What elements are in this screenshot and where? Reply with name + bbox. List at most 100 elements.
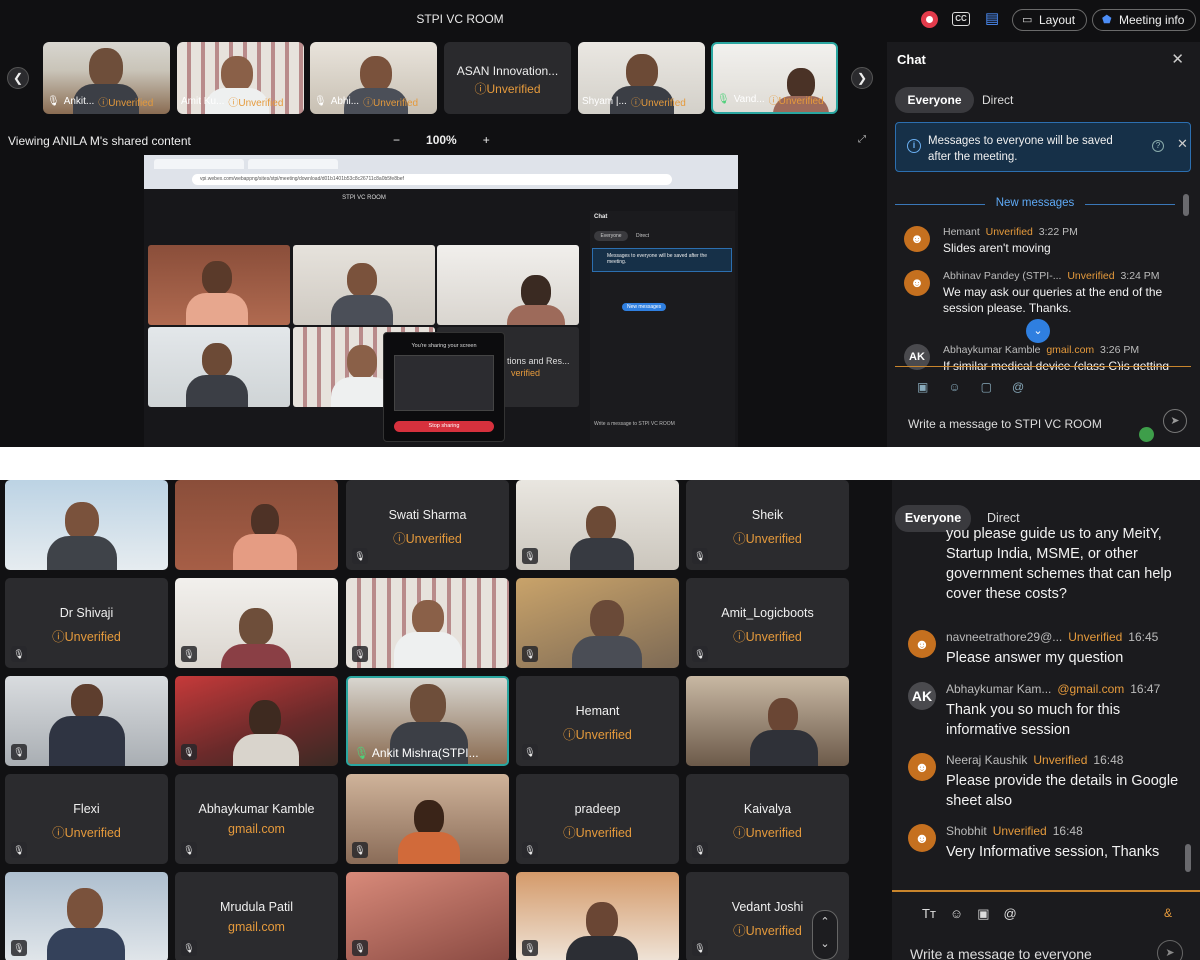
bottom-screenshot: Swati Sharma ⓘUnverified 🎙 🎙 Sheik ⓘUnve… [0, 480, 1200, 960]
fullscreen-icon[interactable]: ⤢ [858, 134, 866, 145]
participant-tile[interactable] [175, 480, 338, 570]
participant-tile[interactable]: Dr Shivaji ⓘUnverified 🎙 [5, 578, 168, 668]
participant-tile[interactable]: 🎙 [516, 578, 679, 668]
participant-tile[interactable]: 🎙 [5, 676, 168, 766]
scrollbar-thumb[interactable] [1183, 194, 1189, 216]
stop-sharing-button[interactable]: Stop sharing [394, 421, 494, 432]
text-format-icon[interactable]: Tт [922, 906, 936, 922]
participant-tile[interactable] [686, 676, 849, 766]
prev-participants-button[interactable]: ❮ [7, 67, 29, 89]
participant-name: pradeep [574, 802, 621, 816]
participant-tile-active-speaker[interactable]: 🎙 Vand... ⓘUnverified [711, 42, 838, 114]
mic-icon: 🎙 [717, 94, 730, 105]
mic-muted-icon: 🎙 [692, 842, 708, 858]
meeting-header: STPI VC ROOM CC ▤ ▭ Layout ⬟ Meeting inf… [0, 0, 1200, 38]
closed-captions-icon[interactable]: CC [952, 12, 970, 26]
zoom-in-button[interactable]: + [483, 133, 490, 147]
participant-tile[interactable] [5, 480, 168, 570]
participant-tile[interactable]: 🎙 [516, 872, 679, 960]
participant-tile[interactable]: ASAN Innovation... ⓘUnverified [444, 42, 571, 114]
zoom-out-button[interactable]: − [393, 133, 400, 147]
tab-direct[interactable]: Direct [982, 87, 1013, 113]
participant-tile[interactable]: 🎙 [346, 872, 509, 960]
unverified-badge: Unverified [992, 824, 1047, 838]
emoji-icon[interactable]: ☺ [950, 906, 963, 922]
participant-name: ASAN Innovation... [456, 64, 559, 78]
participant-tile[interactable]: Shyam |... ⓘUnverified [578, 42, 705, 114]
participant-name: Abhi... [330, 96, 360, 107]
chevron-down-icon[interactable]: ⌄ [1026, 319, 1050, 343]
inner-new-messages: New messages [622, 303, 667, 311]
participant-tile[interactable]: 🎙 [5, 872, 168, 960]
participant-tile[interactable]: 🎙 [346, 578, 509, 668]
chat-toolbar: Tт ☺ ▣ @ [922, 906, 1017, 922]
mention-icon[interactable]: @ [1012, 380, 1024, 394]
participant-tile[interactable]: Mrudula Patil gmail.com 🎙 [175, 872, 338, 960]
participant-tile[interactable]: Kaivalya ⓘUnverified 🎙 [686, 774, 849, 864]
participant-tile[interactable]: 🎙 Abhi... ⓘUnverified [310, 42, 437, 114]
send-icon[interactable]: ➤ [1163, 409, 1187, 433]
sharing-preview [394, 355, 494, 411]
participant-tile[interactable]: Sheik ⓘUnverified 🎙 [686, 480, 849, 570]
scrollbar-thumb[interactable] [1185, 844, 1191, 872]
add-participant-icon[interactable]: ▤ [985, 10, 1001, 28]
layout-label: Layout [1039, 13, 1076, 27]
chat-input[interactable]: Write a message to STPI VC ROOM [908, 417, 1102, 431]
mic-muted-icon: 🎙 [522, 940, 538, 956]
mention-icon[interactable]: @ [1003, 906, 1016, 922]
layout-button[interactable]: ▭ Layout [1012, 9, 1087, 31]
room-title: STPI VC ROOM [416, 12, 504, 26]
tab-everyone[interactable]: Everyone [895, 87, 974, 113]
participant-tile[interactable]: Amit_Logicboots ⓘUnverified 🎙 [686, 578, 849, 668]
participant-tile[interactable]: Abhaykumar Kamble gmail.com 🎙 [175, 774, 338, 864]
chevron-up-icon[interactable]: ⌃ [813, 911, 837, 933]
participant-tile-active-speaker[interactable]: 🎙 Ankit Mishra(STPI... [346, 676, 509, 766]
chat-title: Chat [897, 52, 926, 67]
message-time: 16:48 [1093, 753, 1124, 767]
participant-tile[interactable]: 🎙 Ankit... ⓘUnverified [43, 42, 170, 114]
send-icon[interactable]: ➤ [1157, 940, 1183, 960]
emoji-icon[interactable]: ☺ [948, 380, 960, 394]
sharing-title: You're sharing your screen [411, 343, 477, 349]
inner-chat-title: Chat [594, 214, 608, 220]
participant-tile[interactable]: Flexi ⓘUnverified 🎙 [5, 774, 168, 864]
sender-name: navneetrathore29@... [946, 630, 1063, 644]
participant-tile[interactable]: Hemant ⓘUnverified 🎙 [516, 676, 679, 766]
participant-tile[interactable]: 🎙 [516, 480, 679, 570]
unverified-badge: Unverified [1068, 630, 1123, 644]
browser-url: vpi.webex.com/webappng/sites/stpi/meetin… [192, 174, 672, 185]
inner-participant-tile [148, 245, 290, 325]
chevron-down-icon[interactable]: ⌄ [813, 933, 837, 955]
participant-tile[interactable]: Swati Sharma ⓘUnverified 🎙 [346, 480, 509, 570]
chat-input[interactable]: Write a message to everyone [910, 946, 1092, 960]
chat-message: ☻ navneetrathore29@... Unverified 16:45 Pl… [908, 630, 1188, 674]
participants-icon[interactable]: & [1164, 906, 1172, 920]
gif-icon[interactable]: ▢ [981, 380, 992, 394]
unverified-badge: ⓘUnverified [563, 826, 632, 840]
unverified-badge: ⓘUnverified [768, 96, 824, 107]
participant-tile[interactable]: pradeep ⓘUnverified 🎙 [516, 774, 679, 864]
participant-name: Hemant [575, 704, 620, 718]
participant-name: Mrudula Patil [220, 900, 293, 914]
message-text: Slides aren't moving [943, 241, 1051, 255]
chat-message: AK Abhaykumar Kam... @gmail.com 16:47 Than… [908, 682, 1188, 744]
format-icon[interactable]: ▣ [917, 380, 928, 394]
participant-tile[interactable]: 🎙 [346, 774, 509, 864]
close-icon[interactable]: ✕ [1177, 136, 1188, 152]
record-button[interactable] [921, 11, 938, 28]
inner-notice: Messages to everyone will be saved after… [592, 248, 732, 272]
help-icon[interactable]: ? [1152, 140, 1164, 152]
unverified-badge: ⓘUnverified [563, 728, 632, 742]
user-avatar: AK [908, 682, 936, 710]
page-scroll-control[interactable]: ⌃ ⌄ [812, 910, 838, 960]
participant-tile[interactable]: 🎙 [175, 676, 338, 766]
next-participants-button[interactable]: ❯ [851, 67, 873, 89]
shared-screen: vpi.webex.com/webappng/sites/stpi/meetin… [144, 155, 738, 447]
participant-tile[interactable]: 🎙 [175, 578, 338, 668]
message-text: We may ask our queries at the end of the… [943, 285, 1163, 315]
close-icon[interactable]: ✕ [1171, 50, 1184, 68]
meeting-info-button[interactable]: ⬟ Meeting info [1092, 9, 1196, 31]
gif-icon[interactable]: ▣ [977, 906, 989, 922]
participant-tile[interactable]: Amit Ku... ⓘUnverified [177, 42, 304, 114]
inner-participant-tile [293, 245, 435, 325]
